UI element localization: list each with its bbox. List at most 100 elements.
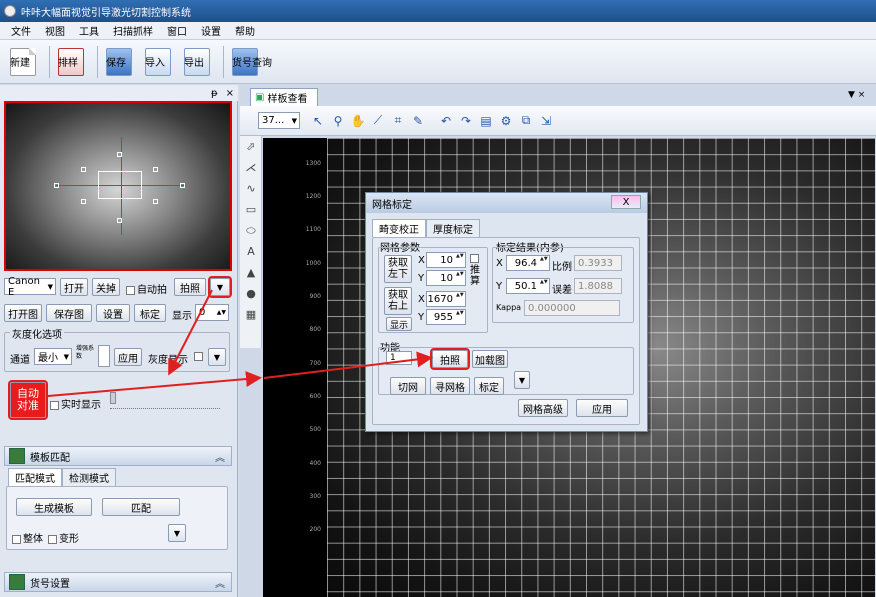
- select-icon[interactable]: ⬀: [240, 136, 262, 157]
- crop-icon[interactable]: ⌗: [390, 113, 406, 129]
- menu-window[interactable]: 窗口: [160, 23, 194, 38]
- apply-gray-button[interactable]: 应用: [114, 348, 142, 366]
- match-button[interactable]: 匹配: [102, 498, 180, 516]
- load-image-button[interactable]: 加载图: [472, 350, 508, 368]
- zoom-select[interactable]: 37... ▼: [258, 112, 300, 129]
- camera-model-select[interactable]: Canon E ▼: [4, 276, 56, 298]
- rx-spinner[interactable]: 96.4: [506, 255, 550, 271]
- template-section-header[interactable]: 模板匹配 ︽: [4, 446, 232, 466]
- query-button[interactable]: 货号查询: [228, 44, 272, 80]
- tab-match-mode[interactable]: 匹配模式: [8, 468, 62, 486]
- new-button[interactable]: 新建: [6, 44, 43, 80]
- roi-box[interactable]: [98, 171, 142, 199]
- display-spinner[interactable]: 0 ▲▼: [195, 304, 229, 321]
- grid-advanced-button[interactable]: 网格高级: [518, 399, 568, 417]
- export-view-icon[interactable]: ⇲: [538, 113, 554, 129]
- import-button[interactable]: 导入: [141, 44, 178, 80]
- roi-handle[interactable]: [117, 152, 122, 157]
- tab-thickness[interactable]: 厚度标定: [426, 219, 480, 237]
- roi-handle[interactable]: [180, 183, 185, 188]
- roi-handle[interactable]: [153, 167, 158, 172]
- settings-button[interactable]: 设置: [96, 304, 130, 322]
- close-icon[interactable]: ×: [226, 88, 234, 99]
- checkbox-box[interactable]: [48, 534, 57, 544]
- circle-icon[interactable]: ●: [240, 283, 262, 304]
- product-section-header[interactable]: 货号设置 ︽: [4, 572, 232, 592]
- realtime-display-checkbox[interactable]: 实时显示: [50, 396, 101, 411]
- get-left-bottom-button[interactable]: 获取左下: [384, 255, 412, 283]
- open-camera-button[interactable]: 打开: [60, 278, 88, 296]
- enhance-slider[interactable]: [98, 345, 110, 367]
- gray-expand-button[interactable]: ▼: [208, 348, 226, 366]
- save-image-button[interactable]: 保存图: [46, 304, 92, 322]
- checkbox-box[interactable]: [12, 534, 21, 544]
- roi-handle[interactable]: [153, 199, 158, 204]
- find-grid-button[interactable]: 寻网格: [430, 377, 470, 395]
- y2-spinner[interactable]: 955: [426, 309, 466, 325]
- save-button[interactable]: 保存: [102, 44, 139, 80]
- text-icon[interactable]: A: [240, 241, 262, 262]
- dialog-expand-button[interactable]: ▼: [514, 371, 530, 389]
- show-button[interactable]: 显示: [386, 317, 412, 331]
- dialog-apply-button[interactable]: 应用: [576, 399, 628, 417]
- triangle-icon[interactable]: ▲: [240, 262, 262, 283]
- tool-icon[interactable]: ⚙: [498, 113, 514, 129]
- menu-scan[interactable]: 扫描抓样: [106, 23, 160, 38]
- bezier-icon[interactable]: ∿: [240, 178, 262, 199]
- redo-icon[interactable]: ↷: [458, 113, 474, 129]
- measure-icon[interactable]: ⟋: [370, 113, 386, 129]
- auto-capture-checkbox[interactable]: 自动拍: [126, 281, 167, 296]
- open-image-button[interactable]: 打开图: [4, 304, 42, 322]
- template-expand-button[interactable]: ▼: [168, 524, 186, 542]
- calibrate-button[interactable]: 标定: [134, 304, 166, 322]
- dialog-close-button[interactable]: X: [611, 195, 641, 209]
- roi-handle[interactable]: [54, 183, 59, 188]
- capture-button[interactable]: 拍照: [174, 278, 206, 296]
- ellipse-icon[interactable]: ⬭: [240, 220, 262, 241]
- pointer-icon[interactable]: ↖: [310, 113, 326, 129]
- expand-dropdown-button[interactable]: ▼: [208, 276, 232, 298]
- menu-settings[interactable]: 设置: [194, 23, 228, 38]
- auto-align-button[interactable]: 自动对准: [8, 380, 48, 420]
- tab-sample-view[interactable]: ▣ 样板查看: [250, 88, 318, 106]
- x2-spinner[interactable]: 1670: [426, 291, 466, 307]
- infer-checkbox[interactable]: [470, 254, 479, 263]
- close-camera-button[interactable]: 关掉: [92, 278, 120, 296]
- x1-spinner[interactable]: 10: [426, 252, 466, 268]
- roi-handle[interactable]: [81, 167, 86, 172]
- channel-select[interactable]: 最小 ▼: [34, 348, 72, 365]
- export-button[interactable]: 导出: [180, 44, 217, 80]
- slider-track[interactable]: [110, 408, 220, 409]
- ry-spinner[interactable]: 50.1: [506, 278, 550, 294]
- layout-button[interactable]: 排样: [54, 44, 91, 80]
- copy-icon[interactable]: ⧉: [518, 113, 534, 129]
- roi-handle[interactable]: [117, 218, 122, 223]
- paste-icon[interactable]: ▤: [478, 113, 494, 129]
- pin-icon[interactable]: ᵽ: [211, 88, 218, 99]
- checkbox-box[interactable]: [126, 285, 135, 295]
- deform-checkbox[interactable]: 变形: [48, 530, 79, 545]
- node-icon[interactable]: ⋌: [240, 157, 262, 178]
- cut-grid-button[interactable]: 切网: [390, 377, 426, 395]
- dialog-calibrate-button[interactable]: 标定: [474, 377, 504, 395]
- get-right-top-button[interactable]: 获取右上: [384, 287, 412, 315]
- undo-icon[interactable]: ↶: [438, 113, 454, 129]
- menu-view[interactable]: 视图: [38, 23, 72, 38]
- function-number-spinner[interactable]: 1: [386, 351, 412, 365]
- camera-preview[interactable]: [4, 101, 232, 271]
- whole-checkbox[interactable]: 整体: [12, 530, 43, 545]
- zoom-icon[interactable]: ⚲: [330, 113, 346, 129]
- menu-help[interactable]: 帮助: [228, 23, 262, 38]
- gray-display-checkbox[interactable]: [194, 352, 203, 361]
- generate-template-button[interactable]: 生成模板: [16, 498, 92, 516]
- rectangle-icon[interactable]: ▭: [240, 199, 262, 220]
- roi-handle[interactable]: [81, 199, 86, 204]
- brush-icon[interactable]: ✎: [410, 113, 426, 129]
- menu-tools[interactable]: 工具: [72, 23, 106, 38]
- tab-distortion[interactable]: 畸变校正: [372, 219, 426, 237]
- checkbox-box[interactable]: [50, 400, 59, 410]
- hand-icon[interactable]: ✋: [350, 113, 366, 129]
- menu-file[interactable]: 文件: [4, 23, 38, 38]
- doc-menu-icon[interactable]: ▼ ×: [848, 90, 865, 100]
- slider-thumb[interactable]: [110, 392, 116, 404]
